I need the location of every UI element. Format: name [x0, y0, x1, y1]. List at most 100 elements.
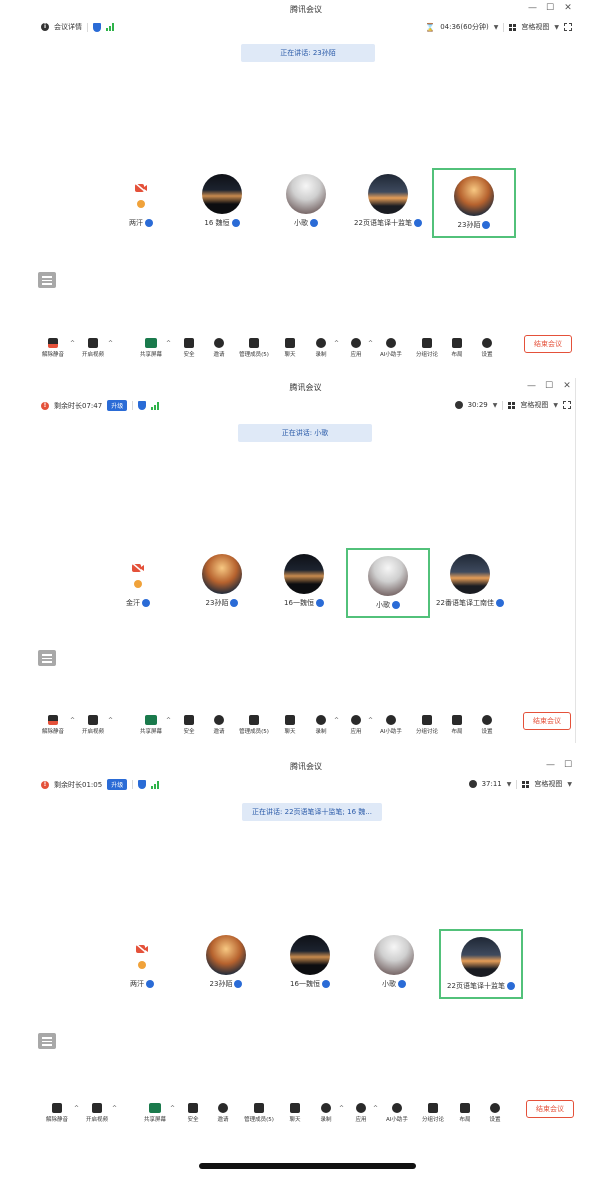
- participant-tile[interactable]: 两汗: [100, 929, 184, 999]
- close-icon[interactable]: ✕: [563, 381, 571, 391]
- chevron-up-icon[interactable]: ^: [334, 717, 339, 724]
- participant-tile[interactable]: 金汗: [96, 548, 180, 618]
- settings-button[interactable]: 设置: [472, 715, 502, 735]
- maximize-icon[interactable]: ☐: [546, 3, 554, 13]
- chevron-down-icon[interactable]: ▼: [493, 402, 498, 409]
- share-screen-button[interactable]: 共享屏幕: [140, 1103, 170, 1123]
- chevron-up-icon[interactable]: ^: [373, 1105, 378, 1112]
- security-button[interactable]: 安全: [178, 1103, 208, 1123]
- record-button[interactable]: 录制: [311, 1103, 341, 1123]
- security-button[interactable]: 安全: [174, 338, 204, 358]
- grid-view-icon[interactable]: [522, 780, 530, 788]
- manage-members-button[interactable]: 管理成员(5): [239, 338, 269, 358]
- ai-assistant-button[interactable]: AI小助手: [382, 1103, 412, 1123]
- participant-tile[interactable]: 22番语笔译工南佳: [428, 548, 512, 618]
- participant-tile-active[interactable]: 小歌: [346, 548, 430, 618]
- share-screen-button[interactable]: 共享屏幕: [136, 338, 166, 358]
- chevron-down-icon[interactable]: ▼: [553, 402, 558, 409]
- record-button[interactable]: 录制: [306, 715, 336, 735]
- minimize-icon[interactable]: —: [527, 381, 536, 391]
- breakout-rooms-button[interactable]: 分组讨论: [412, 338, 442, 358]
- participant-tile[interactable]: 23孙陌: [180, 548, 264, 618]
- chevron-up-icon[interactable]: ^: [170, 1105, 175, 1112]
- upgrade-button[interactable]: 升级: [107, 400, 128, 411]
- signal-icon[interactable]: [151, 780, 160, 789]
- apps-button[interactable]: 应用: [341, 338, 371, 358]
- layout-button[interactable]: 布局: [450, 1103, 480, 1123]
- layout-button[interactable]: 布局: [442, 715, 472, 735]
- video-button[interactable]: 开启视频: [78, 715, 108, 735]
- chevron-up-icon[interactable]: ^: [166, 340, 171, 347]
- grid-view-icon[interactable]: [509, 23, 517, 31]
- security-shield-icon[interactable]: [93, 22, 101, 32]
- breakout-rooms-button[interactable]: 分组讨论: [412, 715, 442, 735]
- participant-tile[interactable]: 小歌: [352, 929, 436, 999]
- security-shield-icon[interactable]: [138, 401, 147, 410]
- maximize-icon[interactable]: ☐: [545, 381, 553, 391]
- unmute-button[interactable]: 解除静音: [38, 715, 68, 735]
- chevron-down-icon[interactable]: ▼: [494, 24, 499, 31]
- participant-tile[interactable]: 22页语笔译十监笔: [346, 168, 430, 238]
- signal-icon[interactable]: [151, 401, 160, 410]
- manage-members-button[interactable]: 管理成员(5): [239, 715, 269, 735]
- chevron-up-icon[interactable]: ^: [108, 717, 113, 724]
- unmute-button[interactable]: 解除静音: [38, 338, 68, 358]
- invite-button[interactable]: 邀请: [204, 715, 234, 735]
- end-meeting-button[interactable]: 结束会议: [526, 1100, 574, 1118]
- layout-button[interactable]: 布局: [442, 338, 472, 358]
- participant-tile[interactable]: 16一魏恒: [268, 929, 352, 999]
- chevron-up-icon[interactable]: ^: [334, 340, 339, 347]
- video-button[interactable]: 开启视频: [82, 1103, 112, 1123]
- close-icon[interactable]: ✕: [564, 3, 572, 13]
- signal-icon[interactable]: [106, 23, 114, 31]
- participant-tile[interactable]: 两汗: [99, 168, 183, 238]
- chevron-up-icon[interactable]: ^: [339, 1105, 344, 1112]
- view-mode-button[interactable]: 宫格视图: [521, 22, 549, 32]
- chevron-up-icon[interactable]: ^: [70, 717, 75, 724]
- end-meeting-button[interactable]: 结束会议: [523, 712, 571, 730]
- chevron-up-icon[interactable]: ^: [108, 340, 113, 347]
- member-list-button[interactable]: [38, 272, 56, 288]
- member-list-button[interactable]: [38, 650, 56, 666]
- grid-view-icon[interactable]: [508, 401, 516, 409]
- chevron-up-icon[interactable]: ^: [112, 1105, 117, 1112]
- manage-members-button[interactable]: 管理成员(5): [244, 1103, 274, 1123]
- chevron-down-icon[interactable]: ▼: [554, 24, 559, 31]
- chevron-up-icon[interactable]: ^: [74, 1105, 79, 1112]
- apps-button[interactable]: 应用: [341, 715, 371, 735]
- upgrade-button[interactable]: 升级: [107, 779, 128, 790]
- apps-button[interactable]: 应用: [346, 1103, 376, 1123]
- home-indicator[interactable]: [199, 1163, 416, 1169]
- ai-assistant-button[interactable]: AI小助手: [376, 338, 406, 358]
- participant-tile[interactable]: 23孙陌: [184, 929, 268, 999]
- fullscreen-icon[interactable]: [564, 23, 572, 31]
- breakout-rooms-button[interactable]: 分组讨论: [418, 1103, 448, 1123]
- settings-button[interactable]: 设置: [472, 338, 502, 358]
- chat-button[interactable]: 聊天: [275, 715, 305, 735]
- share-screen-button[interactable]: 共享屏幕: [136, 715, 166, 735]
- unmute-button[interactable]: 解除静音: [42, 1103, 72, 1123]
- participant-tile[interactable]: 16一魏恒: [262, 548, 346, 618]
- chevron-up-icon[interactable]: ^: [368, 340, 373, 347]
- participant-tile-active[interactable]: 22页语笔译十监笔: [439, 929, 523, 999]
- maximize-icon[interactable]: ☐: [564, 760, 572, 770]
- video-button[interactable]: 开启视频: [78, 338, 108, 358]
- member-list-button[interactable]: [38, 1033, 56, 1049]
- participant-tile[interactable]: 小歌: [264, 168, 348, 238]
- security-shield-icon[interactable]: [138, 780, 147, 789]
- invite-button[interactable]: 邀请: [204, 338, 234, 358]
- ai-assistant-button[interactable]: AI小助手: [376, 715, 406, 735]
- chevron-up-icon[interactable]: ^: [368, 717, 373, 724]
- minimize-icon[interactable]: —: [528, 3, 537, 13]
- end-meeting-button[interactable]: 结束会议: [524, 335, 572, 353]
- security-button[interactable]: 安全: [174, 715, 204, 735]
- settings-button[interactable]: 设置: [480, 1103, 510, 1123]
- fullscreen-icon[interactable]: [563, 401, 571, 409]
- chevron-up-icon[interactable]: ^: [70, 340, 75, 347]
- chat-button[interactable]: 聊天: [275, 338, 305, 358]
- view-mode-button[interactable]: 宫格视图: [534, 779, 562, 789]
- minimize-icon[interactable]: —: [546, 760, 555, 770]
- meeting-info-link[interactable]: 会议详情: [54, 22, 82, 32]
- info-icon[interactable]: i: [41, 23, 49, 31]
- chevron-up-icon[interactable]: ^: [166, 717, 171, 724]
